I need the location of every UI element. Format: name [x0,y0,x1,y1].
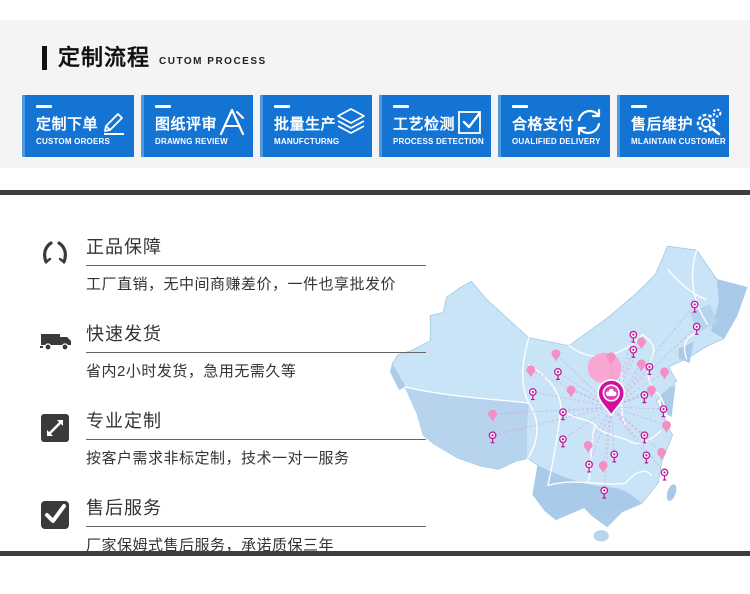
step-process-detection[interactable]: 工艺检测 PROCESS DETECTION [379,95,491,157]
service-row-custom: 专业定制 按客户需求非标定制，技术一对一服务 [40,407,430,468]
separator-bar-bottom [0,551,750,556]
step-label-zh: 工艺检测 [393,113,455,134]
check-square-icon [455,107,485,137]
service-desc: 省内2小时发货，急用无需久等 [86,360,426,381]
checkmark-icon [40,500,70,530]
step-label-en: CUSTOM OROERS [36,137,110,146]
section-header: 定制流程 CUTOM PROCESS [42,46,267,70]
step-label-zh: 定制下单 [36,113,98,134]
service-row-genuine: 正品保障 工厂直销，无中间商赚差价，一件也享批发价 [40,233,430,294]
service-title: 专业定制 [86,407,426,440]
gear-wrench-icon [693,107,723,137]
step-custom-orders[interactable]: 定制下单 CUSTOM OROERS [22,95,134,157]
service-title: 正品保障 [86,233,426,266]
step-after-sales-maintain[interactable]: 售后维护 MLAINTAIN CUSTOMER [617,95,729,157]
process-steps: 定制下单 CUSTOM OROERS 图纸评审 DRAWNG REVIEW 批量… [22,95,729,157]
step-label-en: DRAWNG REVIEW [155,137,228,146]
service-desc: 工厂直销，无中间商赚差价，一件也享批发价 [86,273,426,294]
hainan-island [593,530,609,542]
service-guarantees: 正品保障 工厂直销，无中间商赚差价，一件也享批发价 快速发货 省内2小时发货，急… [40,233,430,581]
service-row-fast-shipping: 快速发货 省内2小时发货，急用无需久等 [40,320,430,381]
dash-decor [274,105,290,108]
diagonal-resize-icon [40,413,70,443]
truck-icon [40,326,72,356]
dash-decor [155,105,171,108]
pencil-icon [98,107,128,137]
header-accent-bar [42,46,47,70]
service-desc: 按客户需求非标定制，技术一对一服务 [86,447,426,468]
service-title: 快速发货 [86,320,426,353]
step-label-en: OUALIFIED DELIVERY [512,137,601,146]
dash-decor [512,105,528,108]
step-label-zh: 批量生产 [274,113,336,134]
service-row-after-sales: 售后服务 厂家保姆式售后服务，承诺质保三年 [40,494,430,555]
separator-bar-top [0,190,750,195]
service-title: 售后服务 [86,494,426,527]
step-batch-production[interactable]: 批量生产 MANUFCTURNG [260,95,372,157]
layers-icon [336,107,366,137]
step-label-zh: 售后维护 [631,113,693,134]
taiwan-island [664,483,678,503]
map-pin [661,469,667,480]
section-title: 定制流程 [58,46,150,70]
drafting-compass-icon [217,107,247,137]
dash-decor [631,105,647,108]
step-drawing-review[interactable]: 图纸评审 DRAWNG REVIEW [141,95,253,157]
step-label-en: MLAINTAIN CUSTOMER [631,137,726,146]
refresh-arrows-icon [574,107,604,137]
step-label-en: PROCESS DETECTION [393,137,484,146]
hands-icon [40,239,70,269]
section-subtitle: CUTOM PROCESS [159,56,267,70]
dash-decor [393,105,409,108]
china-map [388,243,750,547]
step-label-zh: 合格支付 [512,113,574,134]
step-label-en: MANUFCTURNG [274,137,339,146]
highlighted-province [588,353,622,384]
dash-decor [36,105,52,108]
step-qualified-delivery[interactable]: 合格支付 OUALIFIED DELIVERY [498,95,610,157]
page: 定制流程 CUTOM PROCESS 定制下单 CUSTOM OROERS 图纸… [0,0,750,594]
step-label-zh: 图纸评审 [155,113,217,134]
